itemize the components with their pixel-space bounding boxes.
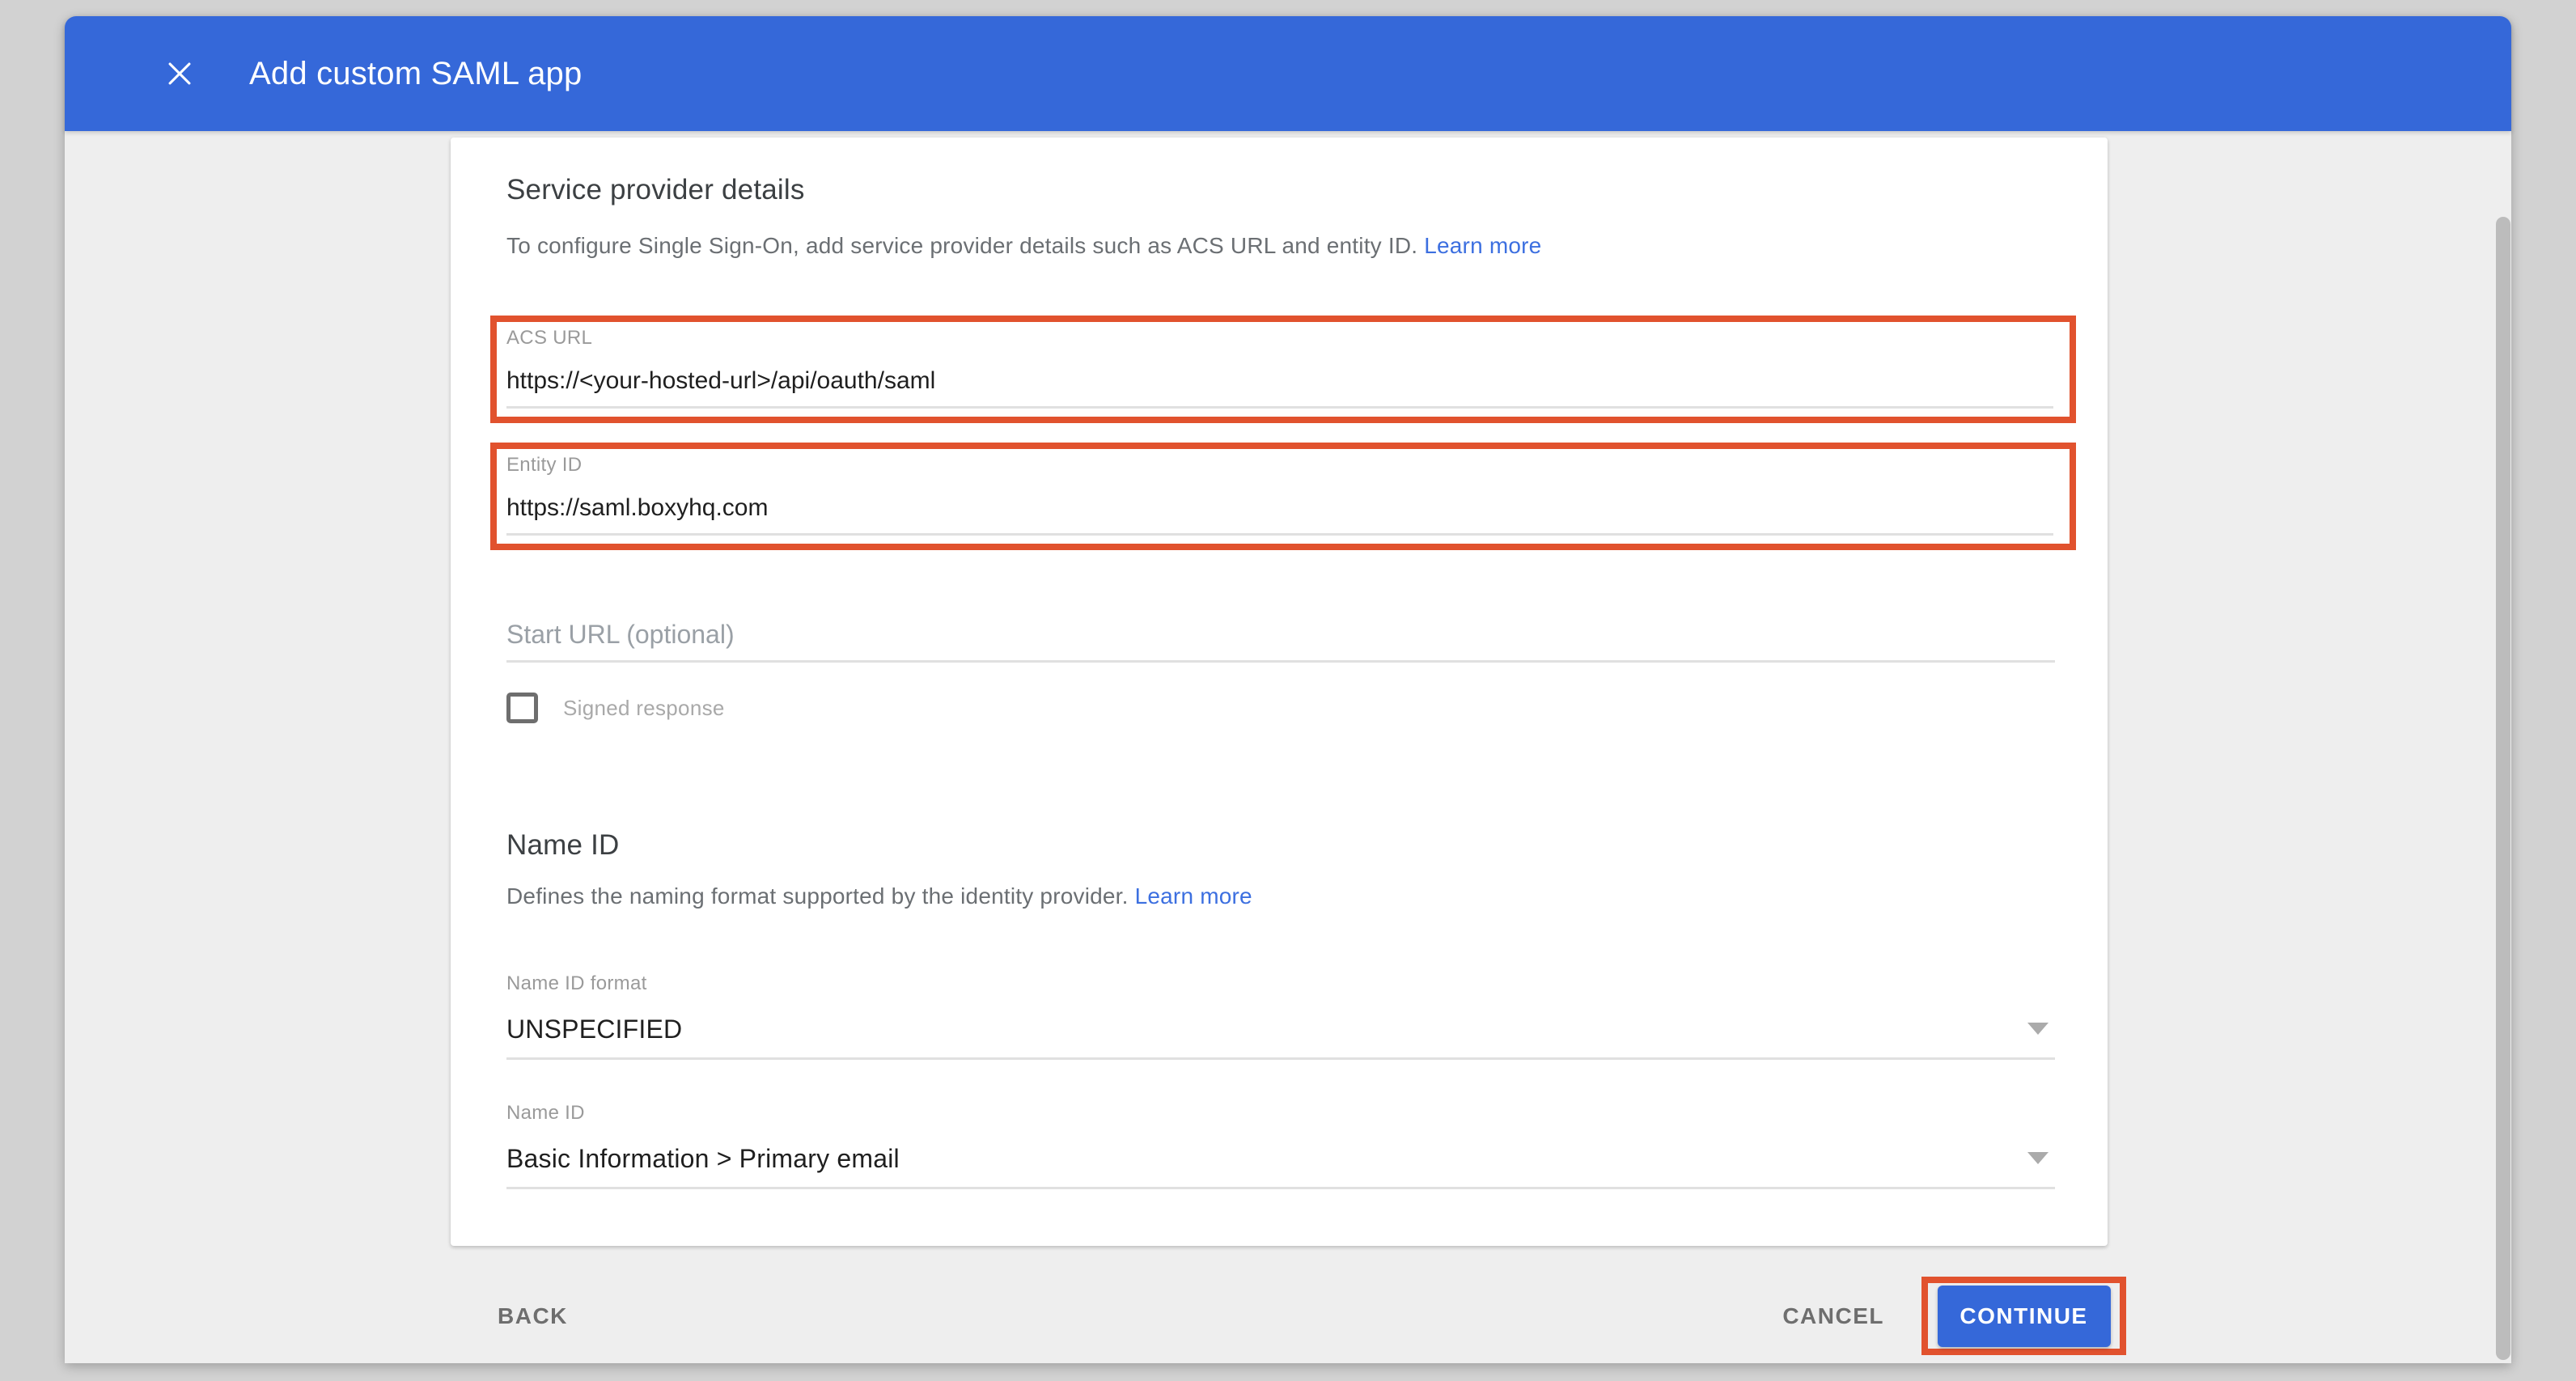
form-card: Service provider details To configure Si… [451,138,2108,1246]
signed-response-row: Signed response [506,693,725,723]
acs-url-input[interactable] [506,367,2053,395]
name-id-heading: Name ID [506,829,620,862]
start-url-field [506,616,2055,663]
acs-url-field: ACS URL [506,327,2053,409]
entity-id-annotation-box: Entity ID [490,443,2076,550]
signed-response-label: Signed response [563,696,725,721]
service-provider-description-text: To configure Single Sign-On, add service… [506,233,1417,258]
acs-url-underline [506,406,2053,409]
name-id-underline [506,1187,2055,1189]
acs-url-annotation-box: ACS URL [490,316,2076,423]
name-id-description-text: Defines the naming format supported by t… [506,883,1129,909]
scrollbar-thumb[interactable] [2496,217,2510,1360]
acs-url-label: ACS URL [506,327,2053,349]
chevron-down-icon [2027,1152,2049,1164]
name-id-select[interactable]: Name ID Basic Information > Primary emai… [506,1102,2055,1189]
entity-id-field: Entity ID [506,454,2053,536]
start-url-input[interactable] [506,616,2055,652]
entity-id-label: Entity ID [506,454,2053,477]
continue-button[interactable]: CONTINUE [1938,1286,2111,1347]
entity-id-underline [506,533,2053,536]
entity-id-input[interactable] [506,494,2053,522]
service-provider-description: To configure Single Sign-On, add service… [506,233,1541,259]
chevron-down-icon [2027,1023,2049,1035]
signed-response-checkbox[interactable] [506,693,538,723]
dialog-header: Add custom SAML app [65,16,2511,131]
name-id-label: Name ID [506,1102,2055,1125]
learn-more-link-service-provider[interactable]: Learn more [1424,233,1541,258]
add-custom-saml-app-dialog: Add custom SAML app Service provider det… [65,16,2511,1363]
name-id-value: Basic Information > Primary email [506,1144,2055,1174]
back-button[interactable]: BACK [494,1295,571,1337]
dialog-footer: BACK CANCEL CONTINUE [65,1269,2511,1363]
name-id-format-underline [506,1057,2055,1060]
dialog-title: Add custom SAML app [249,56,582,92]
name-id-format-select[interactable]: Name ID format UNSPECIFIED [506,972,2055,1060]
service-provider-heading: Service provider details [506,174,805,206]
start-url-underline [506,660,2055,663]
learn-more-link-name-id[interactable]: Learn more [1135,883,1252,909]
name-id-description: Defines the naming format supported by t… [506,883,1252,909]
name-id-format-label: Name ID format [506,972,2055,995]
cancel-button[interactable]: CANCEL [1779,1295,1888,1337]
close-button[interactable] [154,48,205,100]
name-id-format-value: UNSPECIFIED [506,1015,2055,1044]
close-icon [162,56,197,91]
screen-background: Add custom SAML app Service provider det… [0,0,2576,1381]
continue-annotation-box: CONTINUE [1921,1277,2126,1355]
